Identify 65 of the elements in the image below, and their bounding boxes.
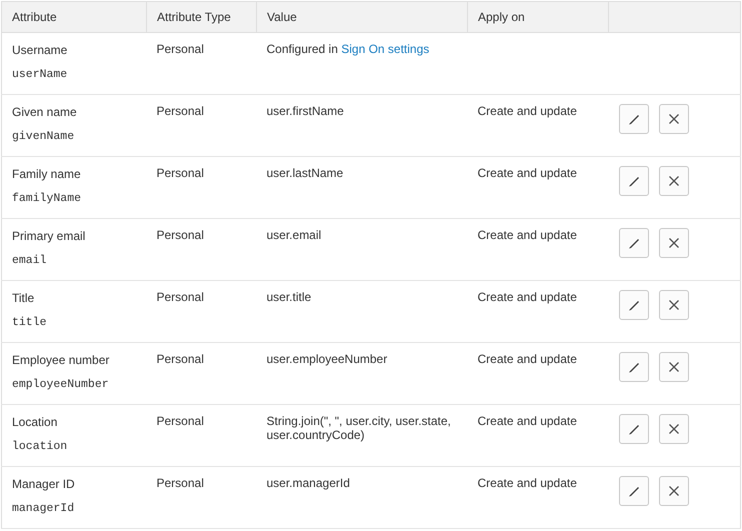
pencil-icon [626, 360, 640, 374]
attribute-type: Personal [156, 166, 204, 180]
variable-name: employeeNumber [12, 378, 110, 391]
pencil-icon [626, 236, 640, 250]
attribute-type: Personal [156, 414, 204, 428]
delete-button[interactable] [658, 104, 688, 134]
attribute-type: Personal [156, 228, 204, 242]
pencil-icon [626, 298, 640, 312]
variable-name: familyName [12, 192, 82, 205]
delete-button[interactable] [658, 414, 688, 444]
close-icon [668, 299, 680, 311]
attribute-value: String.join(", ", user.city, user.state, user.countryCode) [266, 414, 451, 442]
attribute-name: Location [12, 415, 58, 429]
apply-on: Create and update [478, 290, 577, 304]
attribute-name: Manager ID [12, 477, 76, 491]
variable-name: managerId [12, 502, 76, 515]
attribute-type: Personal [156, 42, 204, 56]
apply-on: Create and update [478, 352, 577, 366]
attribute-type: Personal [156, 476, 204, 490]
delete-button[interactable] [658, 166, 688, 196]
pencil-icon [626, 484, 640, 498]
variable-name: email [12, 254, 48, 267]
attribute-name: Given name [12, 105, 78, 119]
pencil-icon [626, 422, 640, 436]
attribute-type: Personal [156, 104, 204, 118]
attribute-value: user.title [266, 290, 312, 304]
delete-button[interactable] [658, 228, 688, 258]
column-header: Attribute [2, 2, 146, 32]
attribute-name: Family name [12, 167, 82, 181]
variable-name: location [12, 440, 68, 453]
delete-button[interactable] [658, 290, 688, 320]
apply-on: Create and update [478, 414, 577, 428]
attribute-value: user.email [266, 228, 322, 242]
close-icon [668, 237, 680, 249]
pencil-icon [626, 174, 640, 188]
attribute-type: Personal [156, 352, 204, 366]
attribute-value: user.firstName [266, 104, 344, 118]
attribute-type: Personal [156, 290, 204, 304]
attribute-name: Username [12, 43, 68, 57]
column-header: Apply on [468, 2, 608, 32]
pencil-icon [626, 112, 640, 126]
sign-on-settings-link[interactable]: Sign On settings [341, 42, 430, 56]
apply-on: Create and update [478, 476, 577, 490]
apply-on: Create and update [478, 104, 577, 118]
attribute-value: user.managerId [266, 476, 350, 490]
variable-name: userName [12, 68, 68, 81]
attribute-value: user.employeeNumber [266, 352, 388, 366]
close-icon [668, 423, 680, 435]
apply-on: Create and update [478, 166, 577, 180]
close-icon [668, 485, 680, 497]
close-icon [668, 175, 680, 187]
attribute-name: Title [12, 291, 36, 305]
attribute-name: Primary email [12, 229, 86, 243]
close-icon [668, 113, 680, 125]
delete-button[interactable] [658, 476, 688, 506]
column-header: Value [256, 2, 468, 32]
apply-on: Create and update [478, 228, 577, 242]
attribute-value: Configured in Sign On settings [266, 42, 430, 56]
column-header: Attribute Type [146, 2, 256, 32]
variable-name: title [12, 316, 48, 329]
variable-name: givenName [12, 130, 76, 143]
attribute-value: user.lastName [266, 166, 344, 180]
attribute-name: Employee number [12, 353, 110, 367]
close-icon [668, 361, 680, 373]
delete-button[interactable] [658, 352, 688, 382]
